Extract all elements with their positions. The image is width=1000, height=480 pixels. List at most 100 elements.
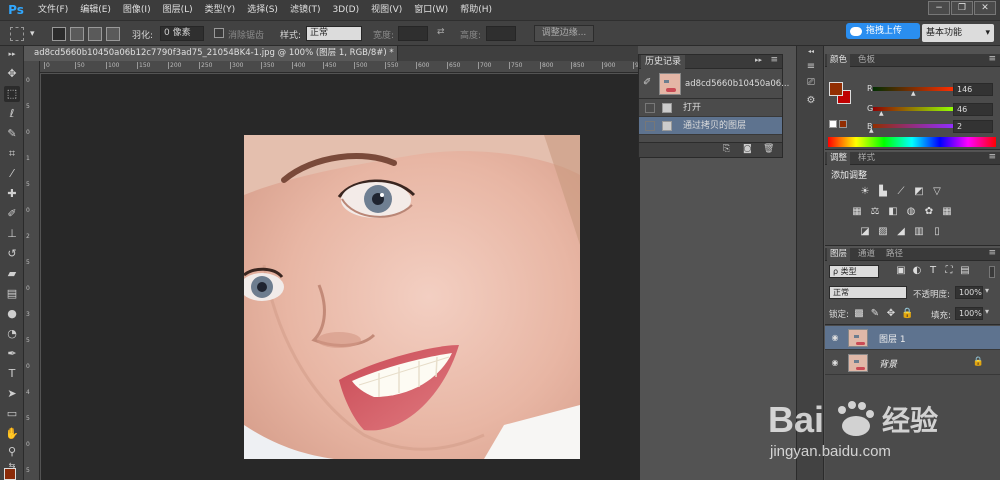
menu-item-1[interactable]: 编辑(E) xyxy=(74,0,117,20)
pen-tool-icon[interactable]: ✒ xyxy=(4,346,20,362)
new-document-from-state-icon[interactable]: ⎘ xyxy=(723,144,730,154)
blur-tool-icon[interactable]: ● xyxy=(4,306,20,322)
menu-item-6[interactable]: 滤镜(T) xyxy=(284,0,327,20)
type-tool-icon[interactable]: T xyxy=(4,366,20,382)
history-panel-icon[interactable]: ≡ xyxy=(803,60,819,74)
rectangle-tool-icon[interactable]: ▭ xyxy=(4,406,20,422)
green-slider-thumb[interactable]: ▲ xyxy=(879,110,884,117)
threshold-icon[interactable]: ◢ xyxy=(895,226,907,238)
black-white-icon[interactable]: ◧ xyxy=(887,206,899,218)
lock-position-icon[interactable]: ✥ xyxy=(885,308,897,320)
foreground-color-swatch[interactable] xyxy=(4,468,16,480)
document-tab[interactable]: ad8cd5660b10450a06b12c7790f3ad75_21054BK… xyxy=(24,46,398,61)
posterize-icon[interactable]: ▨ xyxy=(877,226,889,238)
foreground-color-swatch[interactable] xyxy=(829,82,843,96)
menu-item-5[interactable]: 选择(S) xyxy=(241,0,284,20)
filter-shape-icon[interactable]: ⛶ xyxy=(943,265,955,277)
channel-mixer-icon[interactable]: ✿ xyxy=(923,206,935,218)
panel-menu-icon[interactable]: ≡ xyxy=(770,55,778,65)
close-button[interactable]: ✕ xyxy=(974,1,996,15)
filter-pixel-icon[interactable]: ▣ xyxy=(895,265,907,277)
trash-icon[interactable]: 🗑 xyxy=(763,144,774,154)
collapse-icon[interactable]: ▸▸ xyxy=(755,56,762,64)
rect-marquee-preset-icon[interactable] xyxy=(10,27,24,41)
history-brush-tool-icon[interactable]: ↺ xyxy=(4,246,20,262)
brush-tool-icon[interactable]: ✐ xyxy=(4,206,20,222)
history-icon[interactable]: ⎚ xyxy=(803,76,819,90)
lock-transparent-icon[interactable]: ▩ xyxy=(853,308,865,320)
green-slider[interactable] xyxy=(873,107,953,111)
blend-mode-select[interactable]: 正常 xyxy=(829,286,907,299)
history-item[interactable]: 打开 xyxy=(639,99,782,117)
layer-kind-filter[interactable]: ρ 类型 xyxy=(829,265,879,278)
width-input[interactable] xyxy=(398,26,428,41)
refine-edge-button[interactable]: 调整边缘... xyxy=(534,25,594,42)
selective-color-icon[interactable]: ▥ xyxy=(913,226,925,238)
new-selection-icon[interactable] xyxy=(52,27,66,41)
subtract-selection-icon[interactable] xyxy=(88,27,102,41)
filter-toggle[interactable] xyxy=(989,266,995,278)
color-balance-icon[interactable]: ⚖ xyxy=(869,206,881,218)
menu-item-2[interactable]: 图像(I) xyxy=(117,0,157,20)
history-item-checkbox[interactable] xyxy=(645,103,655,113)
chevron-down-icon[interactable]: ▾ xyxy=(985,307,989,316)
tab-adjustments[interactable]: 调整 xyxy=(827,152,851,165)
rect-marquee-tool-icon[interactable]: ⬚ xyxy=(4,86,20,102)
quick-select-tool-icon[interactable]: ✎ xyxy=(4,126,20,142)
filter-smart-object-icon[interactable]: ▤ xyxy=(959,265,971,277)
layer-row[interactable]: ◉ 背景 🔒 xyxy=(825,351,1000,375)
add-selection-icon[interactable] xyxy=(70,27,84,41)
tab-styles[interactable]: 样式 xyxy=(855,152,878,165)
collapse-arrows-icon[interactable]: ▸▸ xyxy=(4,50,20,58)
gradient-tool-icon[interactable]: ▤ xyxy=(4,286,20,302)
swap-icon[interactable]: ⇄ xyxy=(437,27,445,37)
vibrance-icon[interactable]: ▽ xyxy=(931,186,943,198)
dodge-tool-icon[interactable]: ◔ xyxy=(4,326,20,342)
tab-history[interactable]: 历史记录 xyxy=(641,55,686,69)
color-lookup-icon[interactable]: ▦ xyxy=(941,206,953,218)
photo-filter-icon[interactable]: ◍ xyxy=(905,206,917,218)
gamut-warning-icon[interactable] xyxy=(829,120,837,128)
filter-type-icon[interactable]: T xyxy=(927,265,939,277)
workspace-select[interactable]: 基本功能 ▾ xyxy=(922,24,994,42)
history-brush-source-icon[interactable]: ✐ xyxy=(643,77,651,88)
tab-swatches[interactable]: 色板 xyxy=(855,54,878,67)
blue-value[interactable]: 2 xyxy=(953,120,993,133)
path-select-tool-icon[interactable]: ➤ xyxy=(4,386,20,402)
panel-menu-icon[interactable]: ≡ xyxy=(988,248,996,258)
blue-slider[interactable] xyxy=(873,124,953,128)
tab-color[interactable]: 颜色 xyxy=(827,54,851,67)
chevron-down-icon[interactable]: ▾ xyxy=(985,286,989,295)
feather-input[interactable]: 0 像素 xyxy=(160,26,204,41)
invert-icon[interactable]: ◪ xyxy=(859,226,871,238)
menu-item-4[interactable]: 类型(Y) xyxy=(199,0,242,20)
curves-icon[interactable]: ⟋ xyxy=(895,186,907,198)
horizontal-ruler[interactable]: 0 50 100 150 200 250 300 350 400 450 500 550 600 650 7… xyxy=(40,61,646,73)
opacity-input[interactable]: 100% xyxy=(955,286,983,299)
document-image[interactable] xyxy=(244,135,580,459)
lock-all-icon[interactable]: 🔒 xyxy=(901,308,913,320)
vertical-ruler[interactable]: 0 5 0 1 5 0 2 5 0 3 5 0 4 5 0 5 xyxy=(24,61,40,480)
gradient-map-icon[interactable]: ▯ xyxy=(931,226,943,238)
lasso-tool-icon[interactable]: ℓ xyxy=(4,106,20,122)
menu-item-10[interactable]: 帮助(H) xyxy=(454,0,498,20)
menu-item-3[interactable]: 图层(L) xyxy=(157,0,199,20)
clone-stamp-tool-icon[interactable]: ⊥ xyxy=(4,226,20,242)
antialias-checkbox[interactable] xyxy=(214,28,224,38)
tab-paths[interactable]: 路径 xyxy=(883,248,906,261)
hue-saturation-icon[interactable]: ▦ xyxy=(851,206,863,218)
eye-icon[interactable]: ◉ xyxy=(829,357,841,369)
panel-menu-icon[interactable]: ≡ xyxy=(988,54,996,64)
filter-adjustment-icon[interactable]: ◐ xyxy=(911,265,923,277)
properties-icon[interactable]: ⚙ xyxy=(803,94,819,108)
upload-button[interactable]: 拖拽上传 xyxy=(846,23,920,39)
green-value[interactable]: 46 xyxy=(953,103,993,116)
canvas-area[interactable] xyxy=(41,74,640,480)
menu-item-7[interactable]: 3D(D) xyxy=(326,0,365,20)
web-color-icon[interactable] xyxy=(839,120,847,128)
color-spectrum-bar[interactable] xyxy=(828,137,996,147)
eye-icon[interactable]: ◉ xyxy=(829,332,841,344)
style-select[interactable]: 正常 xyxy=(306,26,362,41)
height-input[interactable] xyxy=(486,26,516,41)
panel-menu-icon[interactable]: ≡ xyxy=(988,152,996,162)
